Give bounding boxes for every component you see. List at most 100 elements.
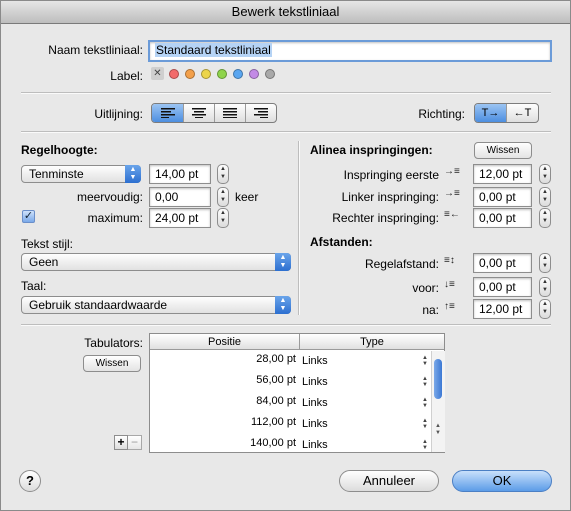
scroll-arrows-icon[interactable]: ▲ ▼: [435, 423, 441, 437]
left-to-right-icon[interactable]: T→: [475, 104, 507, 122]
first-indent-stepper[interactable]: ▲ ▼: [539, 164, 551, 184]
color-label-dot[interactable]: [265, 69, 275, 79]
add-tab-button[interactable]: +: [114, 435, 128, 450]
multiple-unit: keer: [235, 190, 259, 204]
align-justify-icon[interactable]: [215, 104, 246, 122]
dialog-window: Bewerk tekstliniaal Naam tekstliniaal: S…: [0, 0, 571, 511]
language-popup[interactable]: Gebruik standaardwaarde ▲ ▼: [21, 296, 291, 314]
tab-position-cell[interactable]: 56,00 pt: [150, 374, 296, 386]
window-title: Bewerk tekstliniaal: [1, 1, 570, 24]
color-label-dot[interactable]: [201, 69, 211, 79]
color-label-dot[interactable]: [185, 69, 195, 79]
space-after-label: na:: [422, 303, 439, 317]
first-indent-field[interactable]: 12,00 pt: [473, 164, 532, 184]
right-indent-stepper[interactable]: ▲ ▼: [539, 208, 551, 228]
space-after-field[interactable]: 12,00 pt: [473, 299, 532, 319]
line-height-mode-popup[interactable]: Tenminste ▲ ▼: [21, 165, 141, 183]
column-divider: [298, 141, 300, 315]
cancel-button[interactable]: Annuleer: [339, 470, 439, 492]
color-label-label: Label:: [110, 69, 143, 83]
popup-arrows-icon: ▲ ▼: [275, 296, 291, 314]
column-header-type[interactable]: Type: [300, 334, 444, 350]
tab-type-stepper-icon[interactable]: ▲ ▼: [422, 418, 428, 430]
popup-arrows-icon: ▲ ▼: [125, 165, 141, 183]
tab-position-cell[interactable]: 112,00 pt: [150, 416, 296, 428]
space-before-icon: ↓≡: [444, 279, 455, 290]
alignment-label: Uitlijning:: [94, 107, 143, 121]
tabs-clear-button[interactable]: Wissen: [83, 355, 141, 372]
line-spacing-stepper[interactable]: ▲ ▼: [539, 253, 551, 273]
line-height-field[interactable]: 14,00 pt: [149, 164, 211, 184]
align-left-icon[interactable]: [152, 104, 184, 122]
language-value: Gebruik standaardwaarde: [29, 298, 168, 312]
maximum-field[interactable]: 24,00 pt: [149, 208, 211, 228]
alignment-segmented-control: [151, 103, 277, 123]
multiple-label: meervoudig:: [76, 190, 143, 204]
space-before-label: voor:: [412, 281, 439, 295]
tab-type-stepper-icon[interactable]: ▲ ▼: [422, 376, 428, 388]
tab-type-cell[interactable]: Links: [302, 439, 328, 451]
multiple-stepper[interactable]: ▲ ▼: [217, 187, 229, 207]
ok-button[interactable]: OK: [452, 470, 552, 492]
popup-arrows-icon: ▲ ▼: [275, 253, 291, 271]
tab-type-cell[interactable]: Links: [302, 418, 328, 430]
align-center-icon[interactable]: [184, 104, 215, 122]
tabs-add-remove: + −: [114, 435, 142, 450]
tabs-label: Tabulators:: [84, 336, 143, 350]
tab-type-stepper-icon[interactable]: ▲ ▼: [422, 355, 428, 367]
indents-clear-button[interactable]: Wissen: [474, 142, 532, 159]
text-style-popup[interactable]: Geen ▲ ▼: [21, 253, 291, 271]
line-spacing-field[interactable]: 0,00 pt: [473, 253, 532, 273]
left-indent-stepper[interactable]: ▲ ▼: [539, 187, 551, 207]
right-indent-label: Rechter inspringing:: [332, 211, 439, 225]
first-indent-label: Inspringing eerste: [343, 168, 439, 182]
space-after-icon: ↑≡: [444, 301, 455, 312]
multiple-field[interactable]: 0,00: [149, 187, 211, 207]
maximum-stepper[interactable]: ▲ ▼: [217, 208, 229, 228]
tab-type-cell[interactable]: Links: [302, 376, 328, 388]
tab-type-cell[interactable]: Links: [302, 355, 328, 367]
direction-segmented-control: T→ ←T: [474, 103, 539, 123]
right-to-left-icon[interactable]: ←T: [507, 104, 538, 122]
left-indent-label: Linker inspringing:: [341, 190, 439, 204]
no-label-icon[interactable]: ✕: [151, 67, 164, 80]
tab-position-cell[interactable]: 28,00 pt: [150, 353, 296, 365]
column-header-position[interactable]: Positie: [150, 334, 300, 350]
right-indent-icon: ≡←: [444, 209, 460, 220]
tab-position-cell[interactable]: 140,00 pt: [150, 437, 296, 449]
tab-position-cell[interactable]: 84,00 pt: [150, 395, 296, 407]
language-label: Taal:: [21, 279, 47, 293]
line-spacing-label: Regelafstand:: [364, 257, 439, 271]
divider: [21, 131, 551, 133]
left-indent-field[interactable]: 0,00 pt: [473, 187, 532, 207]
maximum-checkbox[interactable]: ✓: [22, 210, 35, 223]
remove-tab-button[interactable]: −: [128, 435, 142, 450]
left-indent-icon: →≡: [444, 188, 460, 199]
tabs-scrollbar[interactable]: ▲ ▼: [431, 351, 445, 452]
name-label: Naam tekstliniaal:: [48, 43, 143, 57]
color-label-dot[interactable]: [233, 69, 243, 79]
tabs-table: Positie Type 28,00 pt Links ▲ ▼ 56,00 pt Link…: [149, 333, 445, 453]
spacing-section-title: Afstanden:: [310, 235, 373, 249]
name-field[interactable]: Standaard tekstliniaal: [148, 40, 552, 62]
tab-type-stepper-icon[interactable]: ▲ ▼: [422, 397, 428, 409]
divider: [21, 92, 551, 94]
text-style-label: Tekst stijl:: [21, 237, 74, 251]
space-after-stepper[interactable]: ▲ ▼: [539, 299, 551, 319]
right-indent-field[interactable]: 0,00 pt: [473, 208, 532, 228]
color-label-dot[interactable]: [169, 69, 179, 79]
scrollbar-thumb[interactable]: [434, 359, 442, 399]
line-height-section-title: Regelhoogte:: [21, 143, 98, 157]
direction-label: Richting:: [418, 107, 465, 121]
space-before-stepper[interactable]: ▲ ▼: [539, 277, 551, 297]
line-height-stepper[interactable]: ▲ ▼: [217, 164, 229, 184]
help-button[interactable]: ?: [19, 470, 41, 492]
tab-type-stepper-icon[interactable]: ▲ ▼: [422, 439, 428, 451]
maximum-label: maximum:: [87, 211, 143, 225]
tab-type-cell[interactable]: Links: [302, 397, 328, 409]
color-label-dot[interactable]: [249, 69, 259, 79]
align-right-icon[interactable]: [246, 104, 276, 122]
color-label-dot[interactable]: [217, 69, 227, 79]
space-before-field[interactable]: 0,00 pt: [473, 277, 532, 297]
text-style-value: Geen: [29, 255, 59, 269]
